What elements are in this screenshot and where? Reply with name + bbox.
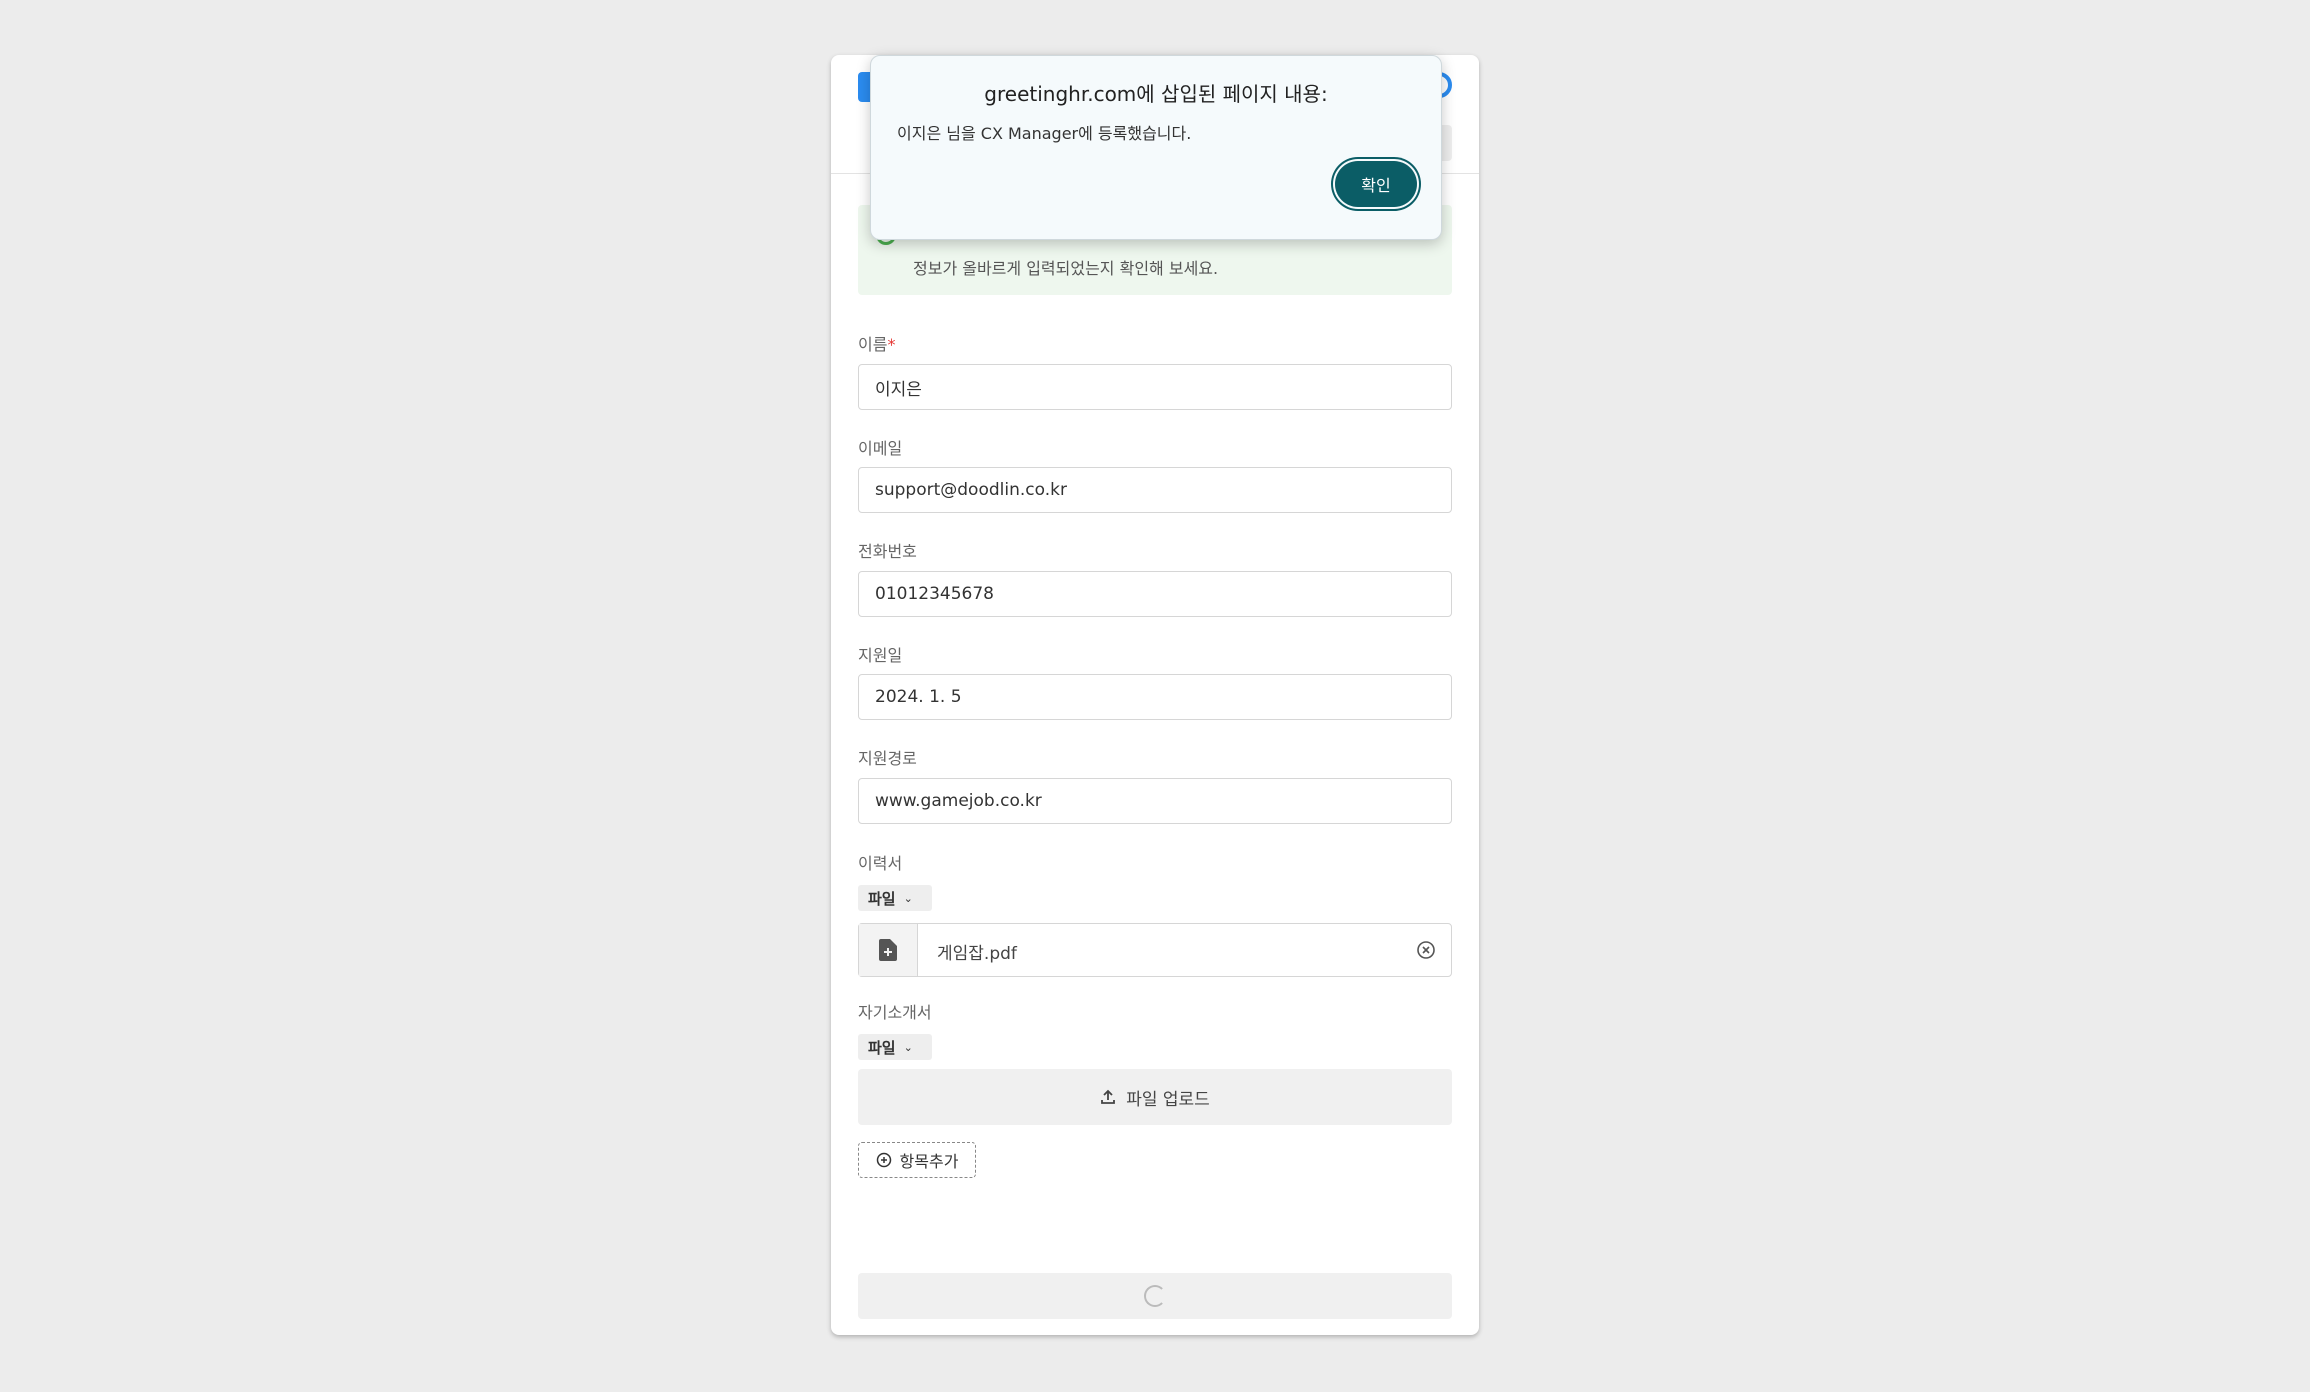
file-icon: [859, 924, 918, 976]
required-mark: *: [887, 335, 896, 354]
cover-letter-type-value: 파일: [868, 1038, 896, 1057]
upload-icon: [1101, 1089, 1116, 1104]
apply-date-input[interactable]: [858, 674, 1452, 720]
email-input[interactable]: [858, 467, 1452, 513]
source-label: 지원경로: [858, 749, 917, 768]
cover-letter-type-select[interactable]: 파일 ⌄: [858, 1034, 932, 1060]
chevron-down-icon: ⌄: [903, 1040, 913, 1054]
phone-input[interactable]: [858, 571, 1452, 617]
apply-date-label: 지원일: [858, 646, 903, 665]
name-label: 이름*: [858, 335, 896, 354]
notice-text: 정보가 올바르게 입력되었는지 확인해 보세요.: [913, 259, 1219, 278]
submit-button[interactable]: [858, 1273, 1452, 1319]
upload-label: 파일 업로드: [1126, 1089, 1210, 1110]
source-input[interactable]: [858, 778, 1452, 824]
resume-label: 이력서: [858, 854, 903, 873]
resume-type-value: 파일: [868, 889, 896, 908]
loading-spinner-icon: [1144, 1285, 1166, 1307]
remove-file-icon[interactable]: [1415, 939, 1437, 961]
resume-file-name: 게임잡.pdf: [937, 944, 1017, 964]
plus-circle-icon: [876, 1152, 891, 1168]
phone-label: 전화번호: [858, 542, 917, 561]
resume-file-row: 게임잡.pdf: [858, 923, 1452, 977]
confirm-button[interactable]: 확인: [1335, 161, 1417, 207]
dialog-title: greetinghr.com에 삽입된 페이지 내용:: [984, 82, 1328, 106]
cover-letter-label: 자기소개서: [858, 1003, 932, 1022]
name-input[interactable]: [858, 364, 1452, 410]
add-item-label: 항목추가: [899, 1152, 959, 1171]
alert-dialog: greetinghr.com에 삽입된 페이지 내용: 이지은 님을 CX Ma…: [870, 55, 1442, 240]
add-item-button[interactable]: 항목추가: [858, 1142, 976, 1178]
resume-type-select[interactable]: 파일 ⌄: [858, 885, 932, 911]
email-label: 이메일: [858, 439, 903, 458]
chevron-down-icon: ⌄: [903, 891, 913, 905]
dialog-message: 이지은 님을 CX Manager에 등록했습니다.: [897, 124, 1192, 143]
file-upload-button[interactable]: 파일 업로드: [858, 1069, 1452, 1125]
candidate-form-panel: 정보가 올바르게 입력되었는지 확인해 보세요. 이름* 이메일 전화번호 지원…: [831, 55, 1479, 1335]
